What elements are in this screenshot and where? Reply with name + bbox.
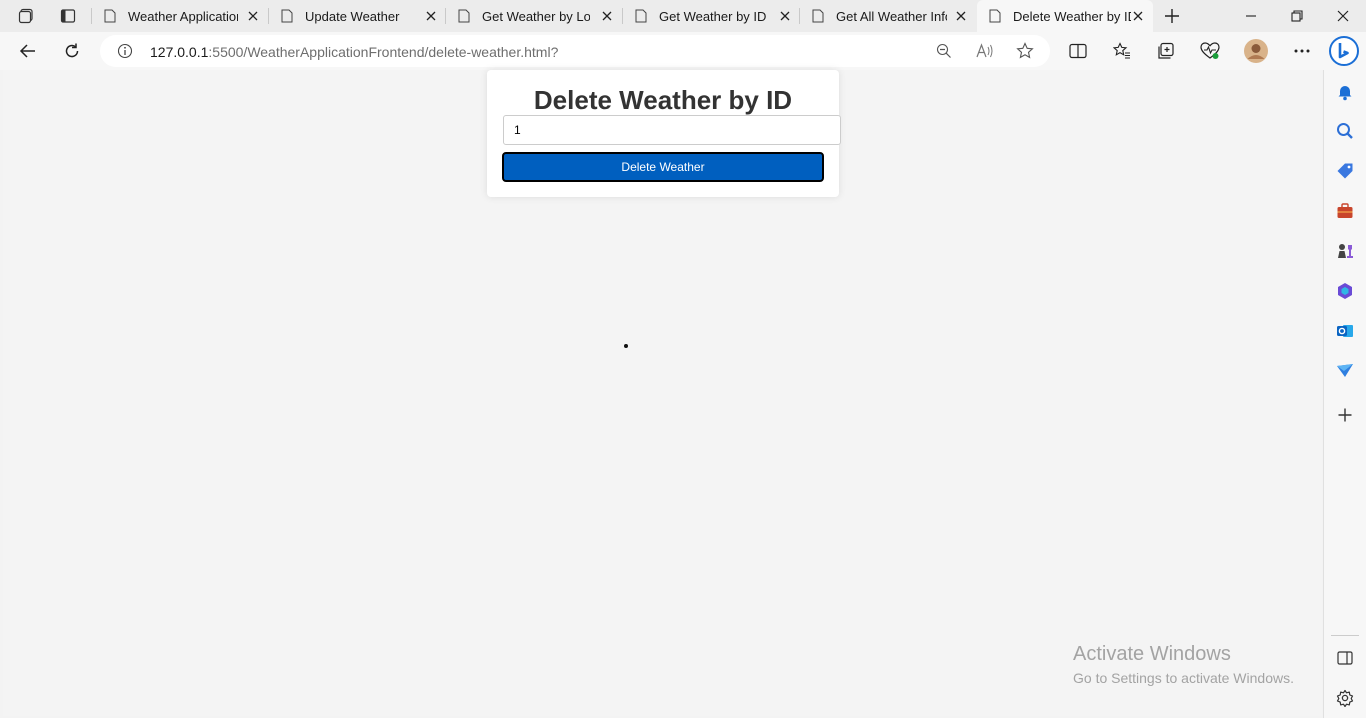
tab-label: Weather Application	[128, 9, 238, 24]
page-icon	[458, 9, 470, 23]
microsoft-365-icon[interactable]	[1334, 280, 1356, 302]
games-chess-icon[interactable]	[1334, 240, 1356, 262]
page-title: Delete Weather by ID	[533, 85, 793, 115]
watermark-subtitle: Go to Settings to activate Windows.	[1073, 670, 1294, 686]
tab-label: Get Weather by ID	[659, 9, 767, 24]
window-close-icon[interactable]	[1320, 0, 1366, 32]
tab-label: Update Weather	[305, 9, 400, 24]
restore-icon[interactable]	[1274, 0, 1320, 32]
read-aloud-icon[interactable]	[976, 43, 994, 59]
page-icon	[812, 9, 824, 23]
close-icon[interactable]	[955, 10, 967, 22]
add-plus-icon[interactable]	[1334, 404, 1356, 426]
split-screen-icon[interactable]	[1064, 38, 1092, 64]
tab-label: Get All Weather Information	[836, 9, 947, 24]
outlook-icon[interactable]	[1334, 320, 1356, 342]
windows-activation-watermark: Activate Windows Go to Settings to activ…	[1073, 643, 1294, 686]
back-arrow-icon[interactable]	[14, 38, 42, 64]
zoom-out-icon[interactable]	[936, 43, 952, 59]
tab-get-all-weather-information[interactable]: Get All Weather Information	[800, 0, 976, 32]
delete-weather-button[interactable]: Delete Weather	[502, 152, 824, 182]
tools-briefcase-icon[interactable]	[1334, 200, 1356, 222]
copilot-icon[interactable]	[1328, 35, 1360, 67]
watermark-title: Activate Windows	[1073, 643, 1231, 665]
browser-toolbar: 127.0.0.1:5500/WeatherApplicationFronten…	[0, 32, 1366, 70]
close-icon[interactable]	[247, 10, 259, 22]
tab-label: Delete Weather by ID	[1013, 9, 1131, 24]
settings-gear-icon[interactable]	[1334, 687, 1356, 709]
tab-get-weather-by-id[interactable]: Get Weather by ID	[623, 0, 799, 32]
minimize-icon[interactable]	[1228, 0, 1274, 32]
info-icon[interactable]	[117, 43, 133, 59]
page-icon	[989, 9, 1001, 23]
collections-icon[interactable]	[1152, 38, 1180, 64]
shopping-tag-icon[interactable]	[1334, 160, 1356, 182]
delete-weather-form: Delete Weather by ID Delete Weather	[487, 70, 841, 197]
edge-sidebar	[1323, 70, 1366, 718]
tab-strip: Weather Application Update Weather Get W…	[0, 0, 1366, 32]
drop-send-icon[interactable]	[1334, 360, 1356, 382]
page-icon	[104, 9, 116, 23]
more-options-icon[interactable]	[1288, 38, 1316, 64]
tab-update-weather[interactable]: Update Weather	[269, 0, 445, 32]
url-text[interactable]: 127.0.0.1:5500/WeatherApplicationFronten…	[150, 44, 558, 60]
hide-sidebar-icon[interactable]	[1334, 647, 1356, 669]
plus-icon[interactable]	[1158, 4, 1186, 28]
notifications-bell-icon[interactable]	[1334, 81, 1356, 103]
profile-avatar[interactable]	[1242, 38, 1270, 64]
url-path: :5500/WeatherApplicationFrontend/delete-…	[208, 44, 559, 60]
tab-get-weather-by-location[interactable]: Get Weather by Location	[446, 0, 622, 32]
tab-delete-weather-by-id[interactable]: Delete Weather by ID	[977, 0, 1153, 32]
search-icon[interactable]	[1334, 120, 1356, 142]
page-icon	[635, 9, 647, 23]
tab-actions-icon[interactable]	[12, 4, 40, 28]
sidebar-divider	[1331, 635, 1359, 636]
page-viewport: Delete Weather by ID Delete Weather Acti…	[3, 70, 1322, 716]
mouse-cursor-dot	[624, 344, 628, 348]
tab-label: Get Weather by Location	[482, 9, 590, 24]
favorites-icon[interactable]	[1108, 38, 1136, 64]
close-icon[interactable]	[1132, 10, 1144, 22]
refresh-icon[interactable]	[58, 38, 86, 64]
url-host: 127.0.0.1	[150, 44, 209, 60]
weather-id-input[interactable]	[503, 115, 841, 145]
close-icon[interactable]	[601, 10, 613, 22]
address-bar[interactable]: 127.0.0.1:5500/WeatherApplicationFronten…	[100, 35, 1050, 67]
vertical-tabs-icon[interactable]	[54, 4, 82, 28]
browser-essentials-icon[interactable]	[1196, 38, 1224, 64]
page-icon	[281, 9, 293, 23]
close-icon[interactable]	[779, 10, 791, 22]
close-icon[interactable]	[425, 10, 437, 22]
favorite-star-icon[interactable]	[1016, 42, 1034, 60]
tab-weather-application[interactable]: Weather Application	[92, 0, 268, 32]
